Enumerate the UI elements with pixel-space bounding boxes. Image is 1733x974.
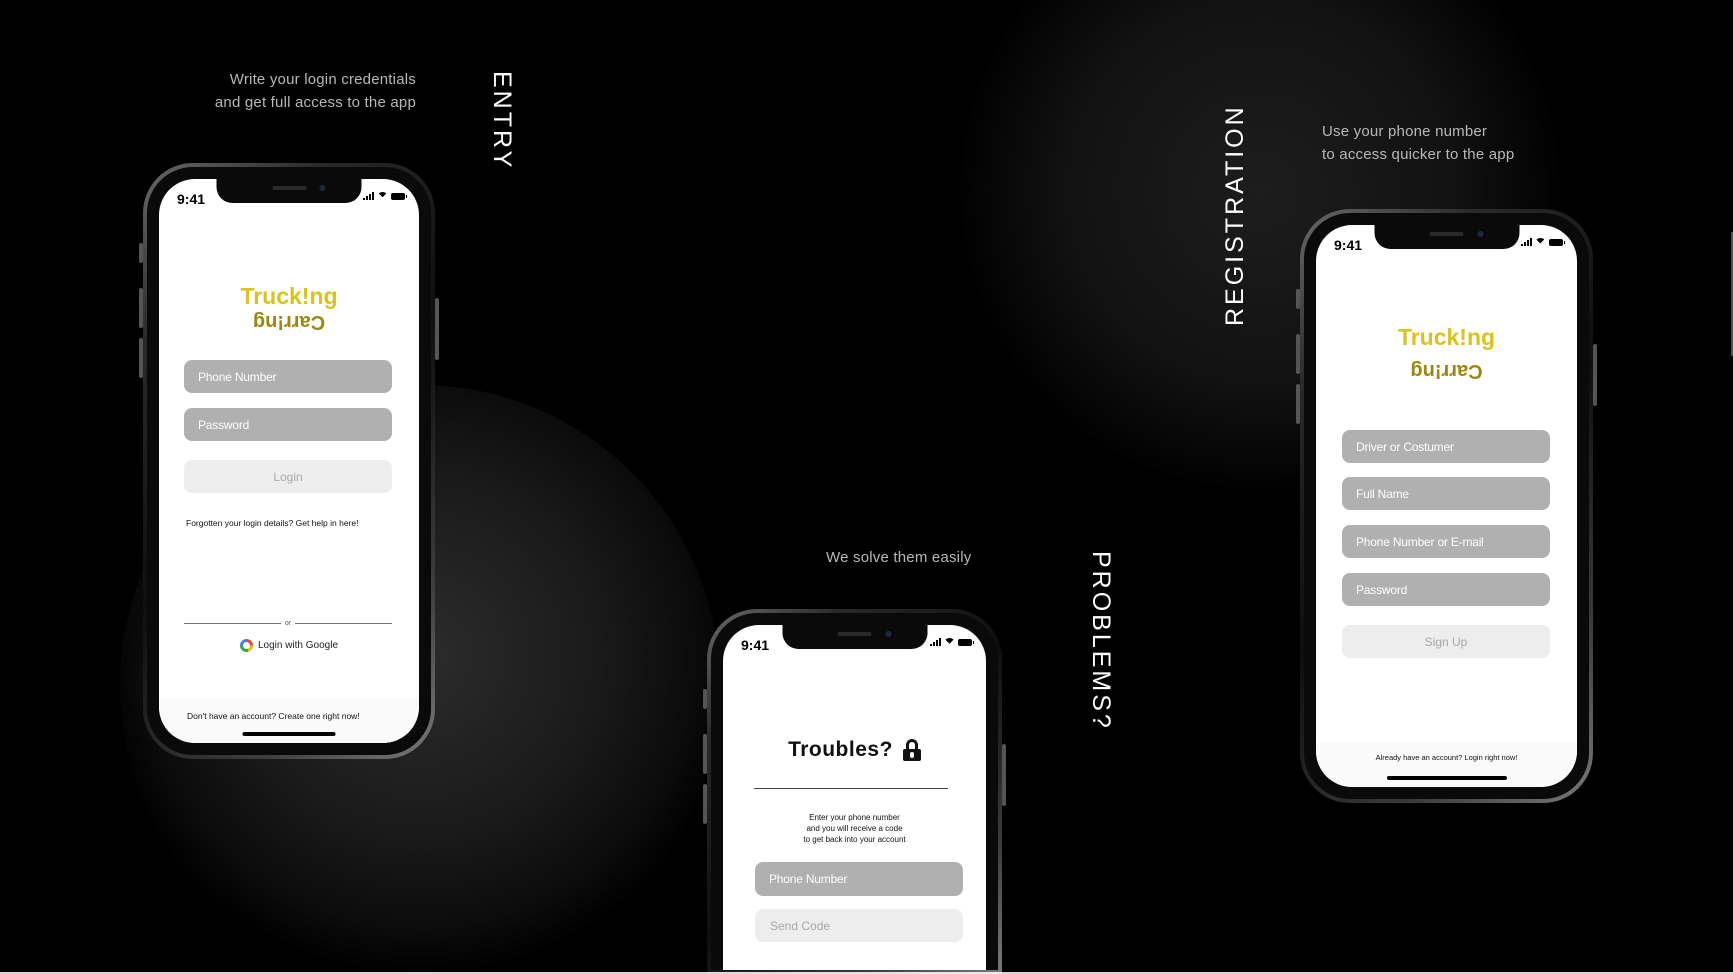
phone-number-input[interactable]: Phone Number [184, 360, 392, 393]
registration-caption: Use your phone number to access quicker … [1322, 120, 1582, 166]
status-icons [930, 638, 974, 646]
registration-phone: 9:41 Truck!ng Carr!ng Driver or Costumer… [1296, 209, 1597, 803]
registration-caption-line1: Use your phone number [1322, 123, 1488, 140]
battery-icon [958, 638, 974, 646]
google-icon [239, 639, 253, 652]
or-text: or [284, 620, 292, 627]
phone-or-email-input[interactable]: Phone Number or E-mail [1342, 525, 1550, 558]
problems-screen: 9:41 Troubles? Enter your phone number a… [723, 625, 986, 970]
registration-label: REGISTRATION [1221, 104, 1249, 326]
entry-caption: Write your login credentials and get ful… [170, 68, 416, 114]
registration-screen: 9:41 Truck!ng Carr!ng Driver or Costumer… [1316, 225, 1577, 787]
status-icons [363, 192, 407, 200]
problems-label: PROBLEMS? [1087, 551, 1115, 731]
registration-caption-line2: to access quicker to the app [1322, 146, 1515, 163]
home-indicator [1386, 776, 1507, 780]
registration-footer: Already have an account? Login right now… [1316, 743, 1577, 787]
login-button[interactable]: Login [184, 460, 392, 493]
status-time: 9:41 [177, 191, 206, 207]
logo-trucking: Truck!ng [240, 283, 338, 309]
create-account-link[interactable]: Don't have an account? Create one right … [187, 711, 360, 721]
entry-caption-line2: and get full access to the app [214, 94, 416, 111]
logo-trucking: Truck!ng [1397, 324, 1496, 350]
unlock-icon [902, 739, 921, 761]
notch [216, 179, 362, 203]
sign-up-button[interactable]: Sign Up [1342, 625, 1550, 658]
entry-caption-line1: Write your login credentials [229, 71, 416, 88]
password-input[interactable]: Password [1342, 573, 1550, 606]
problems-caption: We solve them easily [826, 549, 972, 566]
troubles-title: Troubles? [788, 738, 893, 761]
troubles-heading: Troubles? [723, 738, 986, 762]
user-type-input[interactable]: Driver or Costumer [1342, 430, 1550, 463]
battery-icon [1549, 238, 1565, 246]
forgot-login-link[interactable]: Forgotten your login details? Get help i… [186, 518, 358, 528]
recovery-instructions: Enter your phone number and you will rec… [723, 812, 986, 845]
google-login-label: Login with Google [257, 640, 339, 651]
wifi-icon [944, 638, 955, 646]
instr-line3: to get back into your account [803, 835, 906, 844]
notch [782, 625, 927, 649]
status-time: 9:41 [741, 637, 770, 653]
signal-icon [930, 638, 941, 646]
instr-line2: and you will receive a code [806, 824, 903, 833]
signal-icon [363, 192, 374, 200]
app-logo: Truck!ng Carr!ng [1316, 324, 1577, 382]
instr-line1: Enter your phone number [809, 813, 900, 822]
status-time: 9:41 [1334, 237, 1363, 253]
entry-footer: Don't have an account? Create one right … [159, 699, 419, 743]
phone-number-input[interactable]: Phone Number [755, 862, 963, 896]
send-code-button[interactable]: Send Code [755, 909, 963, 942]
battery-icon [391, 192, 407, 200]
full-name-input[interactable]: Full Name [1342, 477, 1550, 510]
home-indicator [242, 732, 336, 736]
notch [1374, 225, 1519, 249]
google-login-button[interactable]: Login with Google [159, 639, 419, 652]
entry-screen: 9:41 Truck!ng Carr!ng Phone Number Passw… [159, 179, 419, 743]
problems-phone: 9:41 Troubles? Enter your phone number a… [703, 609, 1006, 974]
logo-carring: Carr!ng [252, 311, 326, 333]
entry-phone: 9:41 Truck!ng Carr!ng Phone Number Passw… [139, 163, 439, 759]
divider [754, 788, 948, 789]
app-logo: Truck!ng Carr!ng [159, 283, 419, 333]
wifi-icon [1535, 238, 1546, 246]
login-link[interactable]: Already have an account? Login right now… [1316, 753, 1577, 762]
entry-label: ENTRY [488, 71, 516, 171]
signal-icon [1521, 238, 1532, 246]
wifi-icon [377, 192, 388, 200]
status-icons [1521, 238, 1565, 246]
logo-carring: Carr!ng [1410, 360, 1483, 382]
or-divider: or [184, 620, 393, 627]
password-input[interactable]: Password [184, 408, 392, 441]
